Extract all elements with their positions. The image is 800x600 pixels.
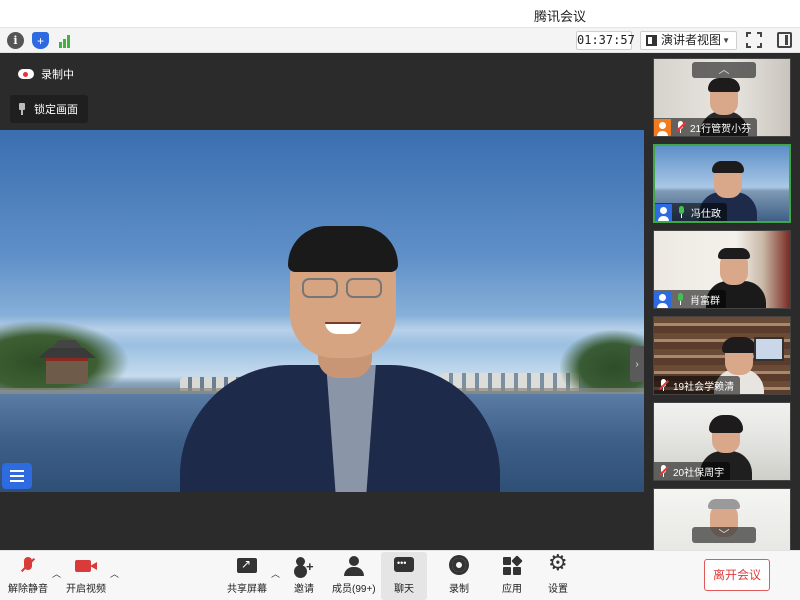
participant-gallery: 21行管贺小芬 ︿ 冯仕政 肖富群 19社会学赖清 20社保周宇 ﹀ <box>644 53 800 550</box>
participant-nameplate: 19社会学赖清 <box>654 376 741 394</box>
settings-button[interactable]: 设置 <box>545 551 571 599</box>
gallery-collapse-icon[interactable]: › <box>630 346 644 382</box>
share-options-chevron-icon[interactable]: ︿ <box>271 567 280 580</box>
camera-off-icon <box>73 555 99 577</box>
view-mode-select[interactable]: 演讲者视图 ▼ <box>640 31 737 50</box>
sidebar-toggle-icon[interactable] <box>777 32 792 48</box>
chat-label: 聊天 <box>394 584 414 595</box>
speaker-video <box>0 130 644 492</box>
cloud-record-icon <box>18 69 34 79</box>
layout-icon <box>646 35 657 46</box>
scroll-up-button[interactable]: ︿ <box>692 62 756 78</box>
apps-icon <box>499 555 525 577</box>
add-user-icon <box>291 555 317 577</box>
participant-name: 19社会学赖清 <box>673 381 735 393</box>
avatar-icon <box>654 290 671 308</box>
lock-view-label: 锁定画面 <box>34 104 78 116</box>
chat-icon <box>391 555 417 577</box>
record-icon <box>446 555 472 577</box>
speaker-person <box>180 226 500 492</box>
title-bar: 腾讯会议 <box>0 0 800 28</box>
top-toolbar: i + 01:37:57 演讲者视图 ▼ <box>0 28 800 53</box>
info-icon[interactable]: i <box>7 32 24 49</box>
mic-off-icon <box>15 555 41 577</box>
mic-active-icon <box>674 292 688 306</box>
unmute-label: 解除静音 <box>8 584 48 595</box>
apps-button[interactable]: 应用 <box>499 555 525 599</box>
audio-options-chevron-icon[interactable]: ︿ <box>52 567 61 580</box>
signal-icon[interactable] <box>56 32 73 49</box>
pagoda-scenery <box>38 340 96 386</box>
list-icon[interactable] <box>2 463 32 489</box>
start-video-button[interactable]: 开启视频 <box>66 555 106 599</box>
share-screen-label: 共享屏幕 <box>227 584 267 595</box>
participant-tile-active[interactable]: 冯仕政 <box>653 144 791 223</box>
participant-nameplate: 冯仕政 <box>655 203 727 221</box>
mic-muted-icon <box>657 464 671 478</box>
participant-tile[interactable]: 肖富群 <box>653 230 791 309</box>
control-bar: 解除静音 ︿ 开启视频 ︿ 共享屏幕 ︿ 邀请 成员(99+) 聊天 录制 应用… <box>0 550 800 600</box>
invite-button[interactable]: 邀请 <box>291 555 317 599</box>
main-video-area: 录制中 锁定画面 › <box>0 53 644 550</box>
apps-label: 应用 <box>502 584 522 595</box>
meeting-timer: 01:37:57 <box>576 31 635 50</box>
video-options-chevron-icon[interactable]: ︿ <box>110 567 119 580</box>
participant-name: 20社保周宇 <box>673 467 725 479</box>
mic-active-icon <box>675 205 689 219</box>
participant-nameplate: 20社保周宇 <box>654 462 731 480</box>
participant-tile[interactable]: 19社会学赖清 <box>653 316 791 395</box>
shield-icon[interactable]: + <box>32 32 49 49</box>
record-label: 录制 <box>449 584 469 595</box>
participant-tile[interactable]: 20社保周宇 <box>653 402 791 481</box>
participant-nameplate: 肖富群 <box>654 290 726 308</box>
participant-name: 肖富群 <box>690 295 720 307</box>
recording-indicator[interactable]: 录制中 <box>18 66 74 82</box>
members-label: 成员(99+) <box>332 584 376 595</box>
window-title: 腾讯会议 <box>533 9 586 24</box>
chat-button[interactable]: 聊天 <box>381 552 427 600</box>
view-mode-label: 演讲者视图 <box>661 33 722 47</box>
members-button[interactable]: 成员(99+) <box>332 555 376 599</box>
participant-name: 冯仕政 <box>691 208 721 220</box>
mic-muted-icon <box>674 120 688 134</box>
members-icon <box>341 555 367 577</box>
gear-icon <box>545 551 571 577</box>
pin-icon <box>18 103 26 115</box>
fullscreen-icon[interactable] <box>746 32 762 48</box>
start-video-label: 开启视频 <box>66 584 106 595</box>
share-screen-icon <box>234 555 260 577</box>
leave-meeting-button[interactable]: 离开会议 <box>704 559 770 591</box>
settings-label: 设置 <box>548 584 568 595</box>
lock-view-button[interactable]: 锁定画面 <box>10 95 88 123</box>
record-button[interactable]: 录制 <box>446 555 472 599</box>
participant-nameplate: 21行管贺小芬 <box>654 118 758 136</box>
unmute-button[interactable]: 解除静音 <box>8 555 48 599</box>
avatar-icon <box>654 118 671 136</box>
chevron-down-icon: ▼ <box>722 36 730 45</box>
participant-name: 21行管贺小芬 <box>690 123 752 135</box>
invite-label: 邀请 <box>294 584 314 595</box>
share-screen-button[interactable]: 共享屏幕 <box>227 555 267 599</box>
scroll-down-button[interactable]: ﹀ <box>692 527 756 543</box>
avatar-icon <box>655 203 672 221</box>
mic-muted-icon <box>657 378 671 392</box>
recording-label: 录制中 <box>41 69 74 81</box>
